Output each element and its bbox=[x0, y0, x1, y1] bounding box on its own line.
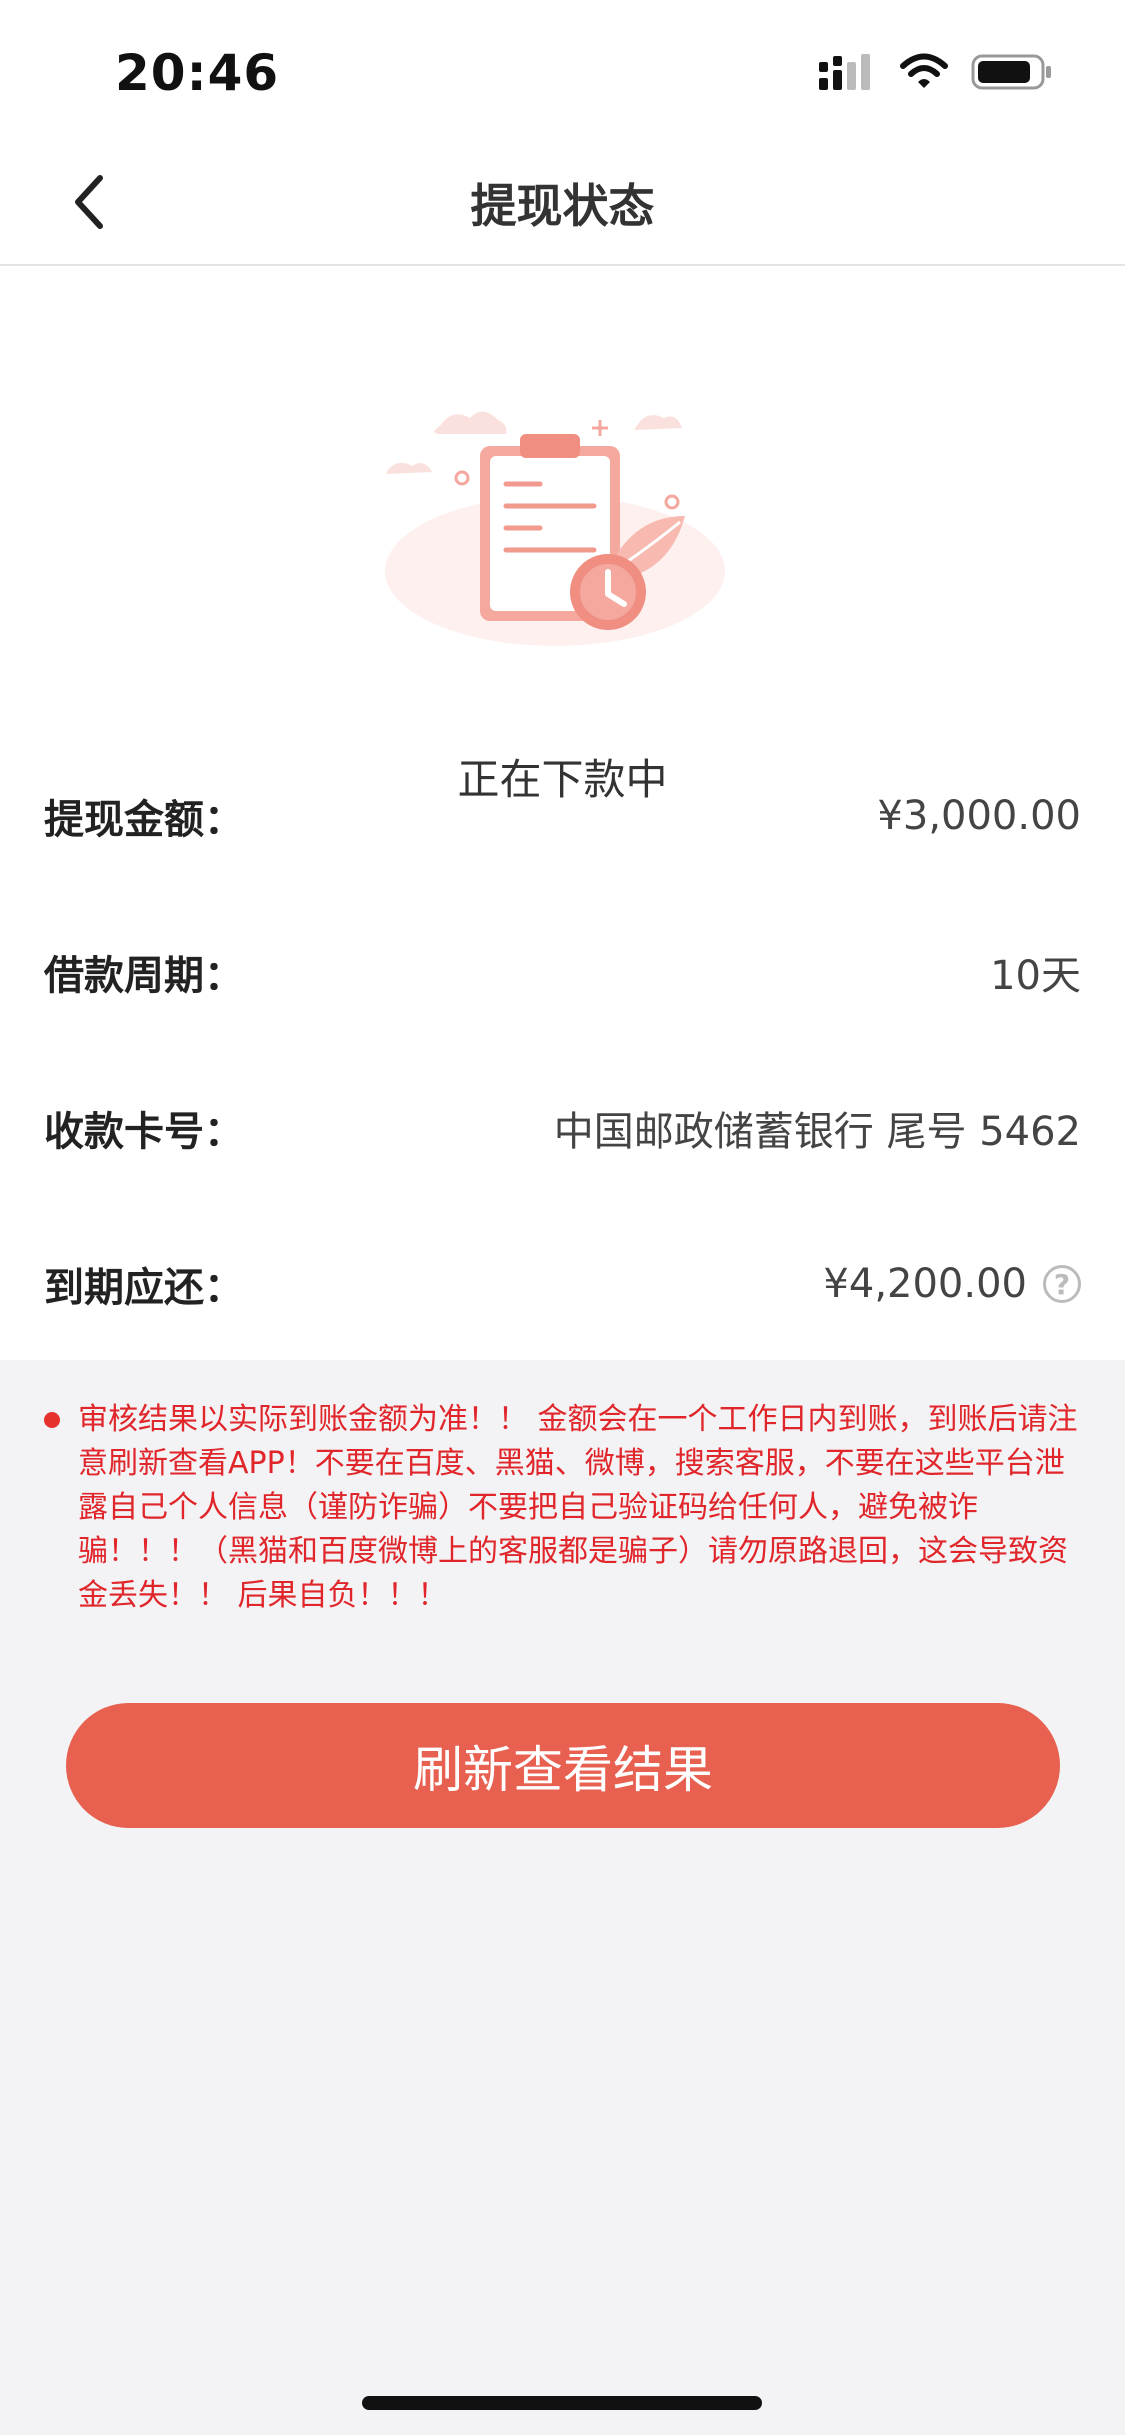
notice-block: 审核结果以实际到账金额为准！！ 金额会在一个工作日内到账，到账后请注意刷新查看A… bbox=[44, 1398, 1084, 1618]
card-number-value: 中国邮政储蓄银行 尾号 5462 bbox=[554, 1099, 1081, 1157]
due-amount-value: ¥4,200.00 ? bbox=[823, 1261, 1081, 1307]
status-icons bbox=[817, 52, 1053, 92]
refresh-button[interactable]: 刷新查看结果 bbox=[66, 1703, 1060, 1828]
due-amount-label: 到期应还： bbox=[44, 1265, 244, 1311]
withdraw-amount-label: 提现金额： bbox=[44, 797, 244, 843]
wifi-icon bbox=[900, 53, 948, 88]
notice-dot-icon bbox=[44, 1412, 60, 1428]
due-amount-row: 到期应还： ¥4,200.00 ? bbox=[44, 1249, 1081, 1319]
withdraw-amount-value: ¥3,000.00 bbox=[877, 793, 1081, 839]
nav-bar: 提现状态 bbox=[0, 140, 1125, 266]
home-indicator bbox=[362, 2396, 762, 2410]
loan-period-label: 借款周期： bbox=[44, 953, 244, 999]
status-time: 20:46 bbox=[115, 44, 280, 102]
notice-text: 审核结果以实际到账金额为准！！ 金额会在一个工作日内到账，到账后请注意刷新查看A… bbox=[78, 1402, 1078, 1613]
withdrawal-status-card: 正在下款中 提现金额： ¥3,000.00 借款周期： 10天 收款卡号： 中国… bbox=[0, 266, 1125, 1360]
loan-period-text: 10天 bbox=[990, 953, 1081, 999]
clipboard-clock-icon bbox=[385, 411, 725, 646]
card-number-row: 收款卡号： 中国邮政储蓄银行 尾号 5462 bbox=[44, 1093, 1081, 1163]
help-icon[interactable]: ? bbox=[1043, 1265, 1081, 1303]
due-amount-text: ¥4,200.00 bbox=[823, 1261, 1027, 1307]
page-title: 提现状态 bbox=[470, 179, 655, 233]
loan-period-row: 借款周期： 10天 bbox=[44, 937, 1081, 1007]
battery-icon bbox=[971, 54, 1051, 90]
card-number-label: 收款卡号： bbox=[44, 1109, 244, 1155]
loan-period-value: 10天 bbox=[990, 943, 1081, 1001]
card-number-text: 中国邮政储蓄银行 尾号 5462 bbox=[553, 1109, 1081, 1155]
status-bar: 20:46 bbox=[0, 0, 1125, 140]
withdraw-amount-row: 提现金额： ¥3,000.00 bbox=[44, 781, 1081, 851]
signal-icon bbox=[819, 54, 870, 90]
withdraw-amount-text: ¥3,000.00 bbox=[877, 793, 1081, 839]
